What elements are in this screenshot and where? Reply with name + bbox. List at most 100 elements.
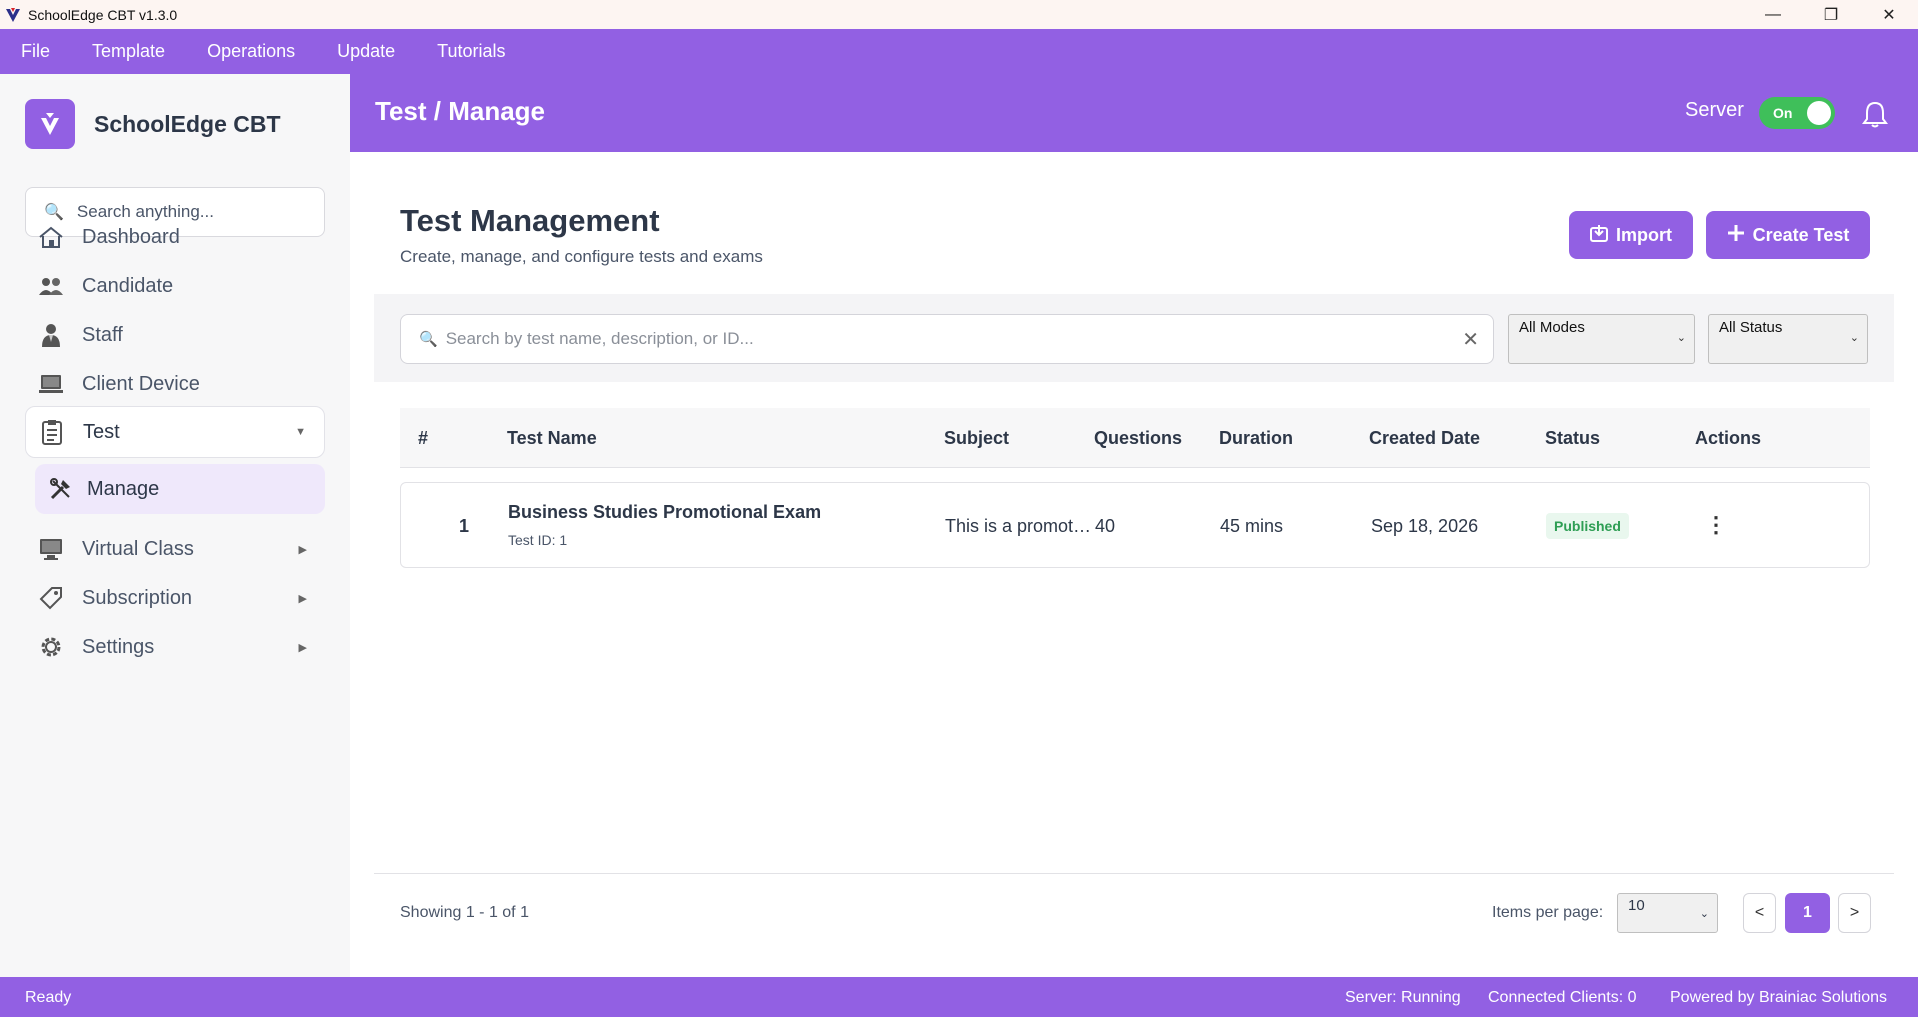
server-toggle-label: On bbox=[1773, 105, 1793, 121]
items-per-page-select[interactable]: 10 ⌄ bbox=[1617, 893, 1718, 933]
import-button-label: Import bbox=[1616, 224, 1672, 245]
column-header-subject[interactable]: Subject bbox=[944, 428, 1009, 449]
sidebar-item-manage[interactable]: Manage bbox=[35, 464, 325, 514]
menu-template[interactable]: Template bbox=[92, 41, 165, 62]
sidebar-item-test[interactable]: Test ▼ bbox=[25, 406, 325, 458]
next-page-button[interactable]: > bbox=[1838, 893, 1871, 933]
column-header-actions: Actions bbox=[1695, 428, 1762, 448]
column-header-test-name[interactable]: Test Name bbox=[507, 428, 597, 449]
bell-icon[interactable] bbox=[1862, 100, 1888, 128]
status-text: Ready bbox=[25, 989, 72, 1006]
sidebar-item-label: Subscription bbox=[82, 586, 193, 609]
column-header-number: # bbox=[418, 428, 429, 448]
sidebar-item-label: Settings bbox=[82, 635, 155, 658]
maximize-button[interactable]: ❐ bbox=[1802, 0, 1860, 29]
import-button[interactable]: Import bbox=[1569, 211, 1693, 259]
sidebar-item-label: Staff bbox=[82, 323, 123, 346]
tools-icon bbox=[47, 475, 75, 503]
pagination-summary: Showing 1 - 1 of 1 bbox=[400, 904, 529, 921]
gear-icon bbox=[37, 633, 65, 661]
sidebar-item-label: Manage bbox=[87, 477, 160, 500]
powered-by: Powered by Brainiac Solutions bbox=[1670, 989, 1888, 1006]
server-status: Server: Running bbox=[1345, 989, 1461, 1006]
chevron-right-icon: ▶ bbox=[298, 641, 307, 654]
tag-icon bbox=[37, 584, 65, 612]
table-row[interactable]: 1 Business Studies Promotional Exam Test… bbox=[400, 482, 1870, 568]
sidebar-item-label: Dashboard bbox=[82, 225, 180, 248]
house-icon bbox=[37, 223, 65, 251]
clear-icon[interactable]: ✕ bbox=[1462, 327, 1479, 352]
items-per-page-label: Items per page: bbox=[1492, 904, 1604, 921]
status-badge: Published bbox=[1546, 513, 1629, 539]
sidebar-item-candidate[interactable]: Candidate bbox=[25, 260, 325, 312]
sidebar-item-subscription[interactable]: Subscription ▶ bbox=[25, 572, 325, 624]
chevron-down-icon: ▼ bbox=[295, 426, 306, 438]
sidebar-item-settings[interactable]: Settings ▶ bbox=[25, 621, 325, 673]
menu-tutorials[interactable]: Tutorials bbox=[437, 41, 505, 62]
chevron-down-icon: ⌄ bbox=[1676, 332, 1686, 344]
page-header: Test / Manage Server On bbox=[350, 74, 1918, 152]
menu-update[interactable]: Update bbox=[337, 41, 395, 62]
sidebar-item-dashboard[interactable]: Dashboard bbox=[25, 211, 325, 263]
page-subtitle: Create, manage, and configure tests and … bbox=[400, 247, 763, 266]
test-subject: This is a promotional exam bbox=[945, 516, 1095, 536]
create-test-button[interactable]: Create Test bbox=[1706, 211, 1870, 259]
sidebar-item-client-device[interactable]: Client Device bbox=[25, 358, 325, 410]
sidebar: SchoolEdge CBT 🔍 Search anything... Dash… bbox=[0, 74, 350, 977]
sidebar-item-staff[interactable]: Staff bbox=[25, 309, 325, 361]
status-select[interactable]: All Status ⌄ bbox=[1708, 314, 1868, 364]
column-header-questions[interactable]: Questions bbox=[1094, 428, 1182, 449]
column-header-status[interactable]: Status bbox=[1545, 428, 1600, 449]
column-header-created-date[interactable]: Created Date bbox=[1369, 428, 1480, 449]
test-id: Test ID: 1 bbox=[508, 532, 568, 548]
brand-name: SchoolEdge CBT bbox=[94, 110, 281, 137]
prev-page-button[interactable]: < bbox=[1743, 893, 1776, 933]
monitor-icon bbox=[37, 535, 65, 563]
laptop-icon bbox=[37, 370, 65, 398]
test-duration: 45 mins bbox=[1220, 516, 1284, 536]
status-select-value: All Status bbox=[1719, 319, 1783, 336]
window-title: SchoolEdge CBT v1.3.0 bbox=[28, 6, 178, 23]
sidebar-item-label: Candidate bbox=[82, 274, 174, 297]
window-controls: — ❐ ✕ bbox=[1744, 0, 1918, 29]
footer-divider bbox=[374, 873, 1894, 874]
menu-file[interactable]: File bbox=[21, 41, 50, 62]
clipboard-icon bbox=[38, 418, 66, 446]
chevron-right-icon: ▶ bbox=[298, 543, 307, 556]
row-number: 1 bbox=[459, 516, 470, 536]
brand[interactable]: SchoolEdge CBT bbox=[25, 99, 281, 149]
test-search-placeholder: Search by test name, description, or ID.… bbox=[445, 329, 754, 348]
breadcrumb: Test / Manage bbox=[375, 96, 546, 126]
sidebar-item-label: Client Device bbox=[82, 372, 200, 395]
sidebar-item-virtual-class[interactable]: Virtual Class ▶ bbox=[25, 523, 325, 575]
server-label: Server bbox=[1685, 99, 1744, 121]
search-icon: 🔍 bbox=[419, 331, 438, 348]
chevron-right-icon: ▶ bbox=[298, 592, 307, 605]
column-header-duration[interactable]: Duration bbox=[1219, 428, 1293, 449]
toggle-knob bbox=[1807, 101, 1831, 125]
plus-icon bbox=[1727, 224, 1745, 247]
minimize-button[interactable]: — bbox=[1744, 0, 1802, 29]
modes-select[interactable]: All Modes ⌄ bbox=[1508, 314, 1695, 364]
menu-operations[interactable]: Operations bbox=[207, 41, 295, 62]
test-questions: 40 bbox=[1095, 516, 1116, 536]
more-actions-icon[interactable]: ⋮ bbox=[1705, 511, 1727, 539]
server-toggle[interactable]: On bbox=[1759, 97, 1835, 129]
users-icon bbox=[37, 272, 65, 300]
connected-clients: Connected Clients: 0 bbox=[1488, 989, 1637, 1006]
sidebar-item-label: Test bbox=[83, 420, 120, 443]
items-per-page-value: 10 bbox=[1628, 897, 1645, 914]
app-logo-icon bbox=[6, 7, 20, 22]
import-icon bbox=[1590, 224, 1608, 247]
create-test-button-label: Create Test bbox=[1752, 224, 1850, 245]
test-created-date: Sep 18, 2026 bbox=[1371, 516, 1479, 536]
status-bar: Ready Server: Running Connected Clients:… bbox=[0, 977, 1918, 1017]
close-button[interactable]: ✕ bbox=[1860, 0, 1918, 29]
page-title: Test Management bbox=[400, 203, 660, 238]
table-header: # Test Name Subject Questions Duration C… bbox=[400, 408, 1870, 468]
test-search-input[interactable]: 🔍 Search by test name, description, or I… bbox=[400, 314, 1494, 364]
page-button-current[interactable]: 1 bbox=[1785, 893, 1830, 933]
sidebar-item-label: Virtual Class bbox=[82, 537, 194, 560]
staff-icon bbox=[37, 321, 65, 349]
chevron-down-icon: ⌄ bbox=[1849, 332, 1859, 344]
